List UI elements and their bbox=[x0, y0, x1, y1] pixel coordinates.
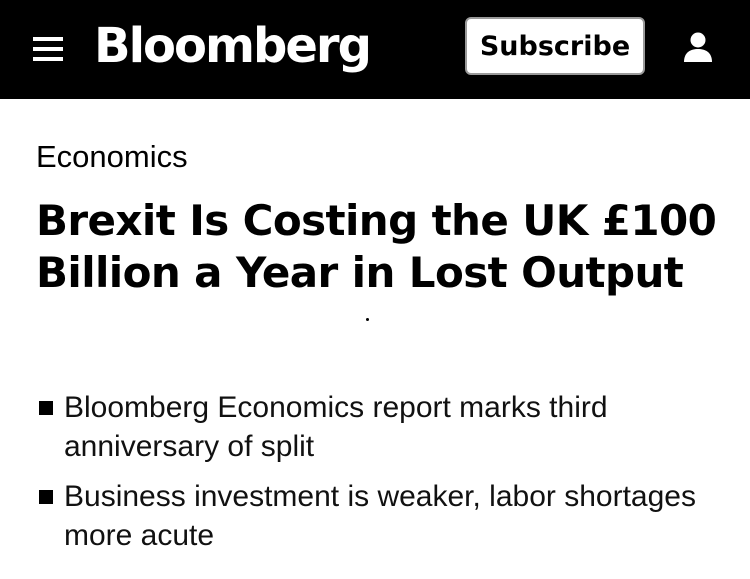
hamburger-menu-icon[interactable] bbox=[33, 37, 63, 61]
square-bullet-icon bbox=[39, 490, 53, 504]
user-account-icon[interactable] bbox=[683, 31, 713, 63]
square-bullet-icon bbox=[39, 401, 53, 415]
article-summary-bullets: Bloomberg Economics report marks third a… bbox=[36, 388, 726, 566]
summary-bullet: Business investment is weaker, labor sho… bbox=[36, 477, 726, 555]
article-category[interactable]: Economics bbox=[36, 139, 188, 175]
summary-bullet: Bloomberg Economics report marks third a… bbox=[36, 388, 726, 466]
subscribe-button[interactable]: Subscribe bbox=[465, 17, 645, 75]
bloomberg-logo[interactable]: Bloomberg bbox=[94, 16, 372, 76]
stray-dot bbox=[366, 318, 369, 321]
summary-bullet-text: Bloomberg Economics report marks third a… bbox=[64, 391, 608, 463]
summary-bullet-text: Business investment is weaker, labor sho… bbox=[64, 480, 696, 552]
top-nav-bar: Bloomberg Subscribe bbox=[0, 0, 750, 99]
article-headline: Brexit Is Costing the UK £100 Billion a … bbox=[36, 196, 717, 297]
